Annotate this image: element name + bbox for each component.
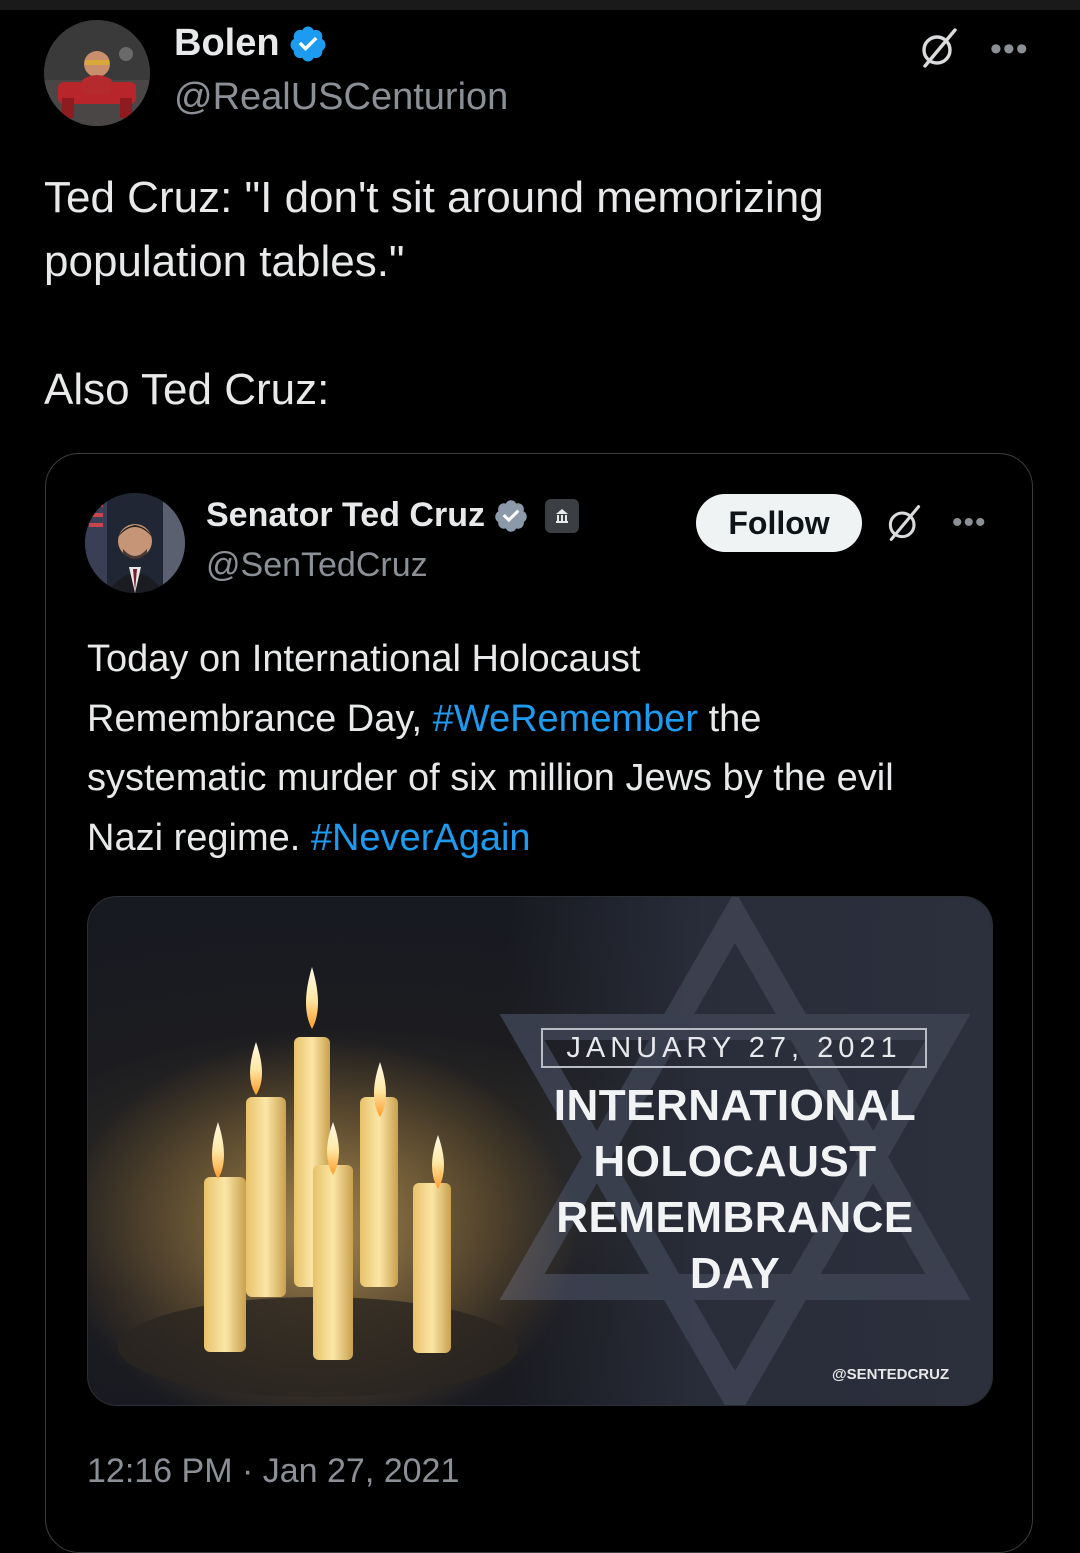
- quoted-text-line: Remembrance Day, #WeRemember the: [87, 697, 762, 740]
- avatar[interactable]: [44, 20, 150, 126]
- quoted-author-handle[interactable]: @SenTedCruz: [206, 546, 428, 585]
- follow-button[interactable]: Follow: [696, 494, 862, 552]
- verified-badge-icon: [495, 499, 527, 532]
- author-name[interactable]: Bolen: [174, 22, 328, 65]
- more-options-icon[interactable]: •••: [990, 32, 1029, 66]
- tweet-text-line: Also Ted Cruz:: [44, 365, 330, 414]
- author-handle[interactable]: @RealUSCenturion: [174, 76, 508, 119]
- quoted-text-line: systematic murder of six million Jews by…: [87, 757, 894, 799]
- timestamp[interactable]: 12:16 PM · Jan 27, 2021: [87, 1452, 459, 1491]
- quoted-author-name[interactable]: Senator Ted Cruz: [206, 496, 579, 535]
- image-credit: @SENTEDCRUZ: [832, 1366, 950, 1383]
- verified-badge-icon: [290, 26, 326, 61]
- top-edge: [0, 0, 1080, 10]
- tweet-text-line: Ted Cruz: "I don't sit around memorizing: [44, 173, 824, 222]
- more-options-icon[interactable]: •••: [952, 508, 987, 538]
- image-title: INTERNATIONAL HOLOCAUST REMEMBRANCE DAY: [520, 1078, 950, 1302]
- quoted-author-name-text[interactable]: Senator Ted Cruz: [206, 496, 485, 535]
- quoted-text-line: Today on International Holocaust: [87, 638, 641, 680]
- image-title-line: INTERNATIONAL: [553, 1081, 917, 1130]
- tweet-text: Ted Cruz: "I don't sit around memorizing…: [44, 166, 1034, 422]
- grok-icon[interactable]: [917, 26, 961, 70]
- quoted-tweet-text: Today on International Holocaust Remembr…: [87, 630, 1007, 868]
- hashtag-link[interactable]: #NeverAgain: [311, 817, 531, 859]
- image-title-line: DAY: [689, 1249, 781, 1298]
- grok-icon[interactable]: [884, 503, 924, 543]
- author-name-text[interactable]: Bolen: [174, 22, 280, 65]
- government-badge-icon: [544, 498, 579, 533]
- image-title-line: REMEMBRANCE: [556, 1193, 914, 1242]
- image-title-line: HOLOCAUST: [593, 1137, 877, 1186]
- quoted-avatar[interactable]: [85, 493, 185, 593]
- quoted-text-line: Nazi regime. #NeverAgain: [87, 816, 531, 859]
- hashtag-link[interactable]: #WeRemember: [433, 698, 698, 740]
- image-date-label: JANUARY 27, 2021: [541, 1028, 927, 1068]
- tweet-text-line: population tables.": [44, 237, 405, 286]
